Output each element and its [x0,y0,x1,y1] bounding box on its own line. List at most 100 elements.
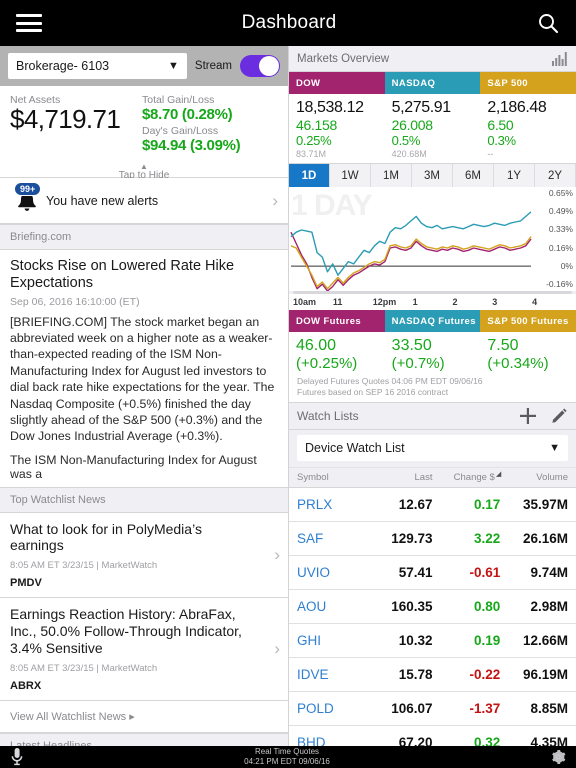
x-axis-tick: 1 [412,297,418,307]
index-col-dow: 18,538.12 46.158 0.25% 83.71M [289,99,385,159]
cell-change: 0.19 [473,633,501,649]
cell-symbol[interactable]: AOU [297,599,367,614]
status-line-2: 04:21 PM EDT 09/06/16 [244,757,330,766]
toggle-knob [259,56,279,76]
alerts-text: You have new alerts [46,193,159,208]
cell-last: 67.20 [398,735,433,746]
briefing-article-date: Sep 06, 2016 16:10:00 (ET) [10,295,140,308]
table-row[interactable]: BHD 67.20 0.32 4.35M [289,726,576,746]
cell-change: 0.17 [473,497,501,513]
news-symbol: ABRX [10,679,42,692]
index-volume: 420.68M [391,149,427,159]
range-tab-6m[interactable]: 6M [453,164,494,187]
table-row[interactable]: AOU 160.35 0.80 2.98M [289,590,576,625]
alerts-banner[interactable]: 99+ You have new alerts › [0,178,288,224]
futures-values: 46.00 (+0.25%) 33.50 (+0.7%) 7.50 (+0.34… [289,332,576,375]
gear-icon[interactable] [550,749,566,765]
futures-note-line-2: Futures based on SEP 16 2016 contract [297,386,449,397]
watch-list-table-body: PRLX 12.67 0.17 35.97M SAF 129.73 3.22 26.16M UV… [289,488,576,746]
table-row[interactable]: POLD 106.07 -1.37 8.85M [289,692,576,727]
watch-lists-title: Watch Lists [297,409,359,424]
index-change: 46.158 [296,117,338,133]
pencil-icon[interactable] [551,408,568,425]
cell-symbol[interactable]: BHD [297,735,367,746]
column-header-change[interactable]: Change $◢ [432,471,502,483]
futures-note-line-1: Delayed Futures Quotes 04:06 PM EDT 09/0… [297,376,483,386]
futures-tab-sp500[interactable]: S&P 500 Futures [480,310,576,332]
range-tab-1d[interactable]: 1D [289,164,330,187]
cell-symbol[interactable]: UVIO [297,565,367,580]
table-row[interactable]: GHI 10.32 0.19 12.66M [289,624,576,659]
futures-tab-nasdaq[interactable]: NASDAQ Futures [384,310,481,332]
futures-value: 7.50 [487,337,519,354]
right-column: Markets Overview DOW NASDAQ S&P 500 18,5… [288,46,576,746]
left-column: Brokerage- 6103 ▼ Stream Net Assets $4,7… [0,46,288,746]
range-tab-3m[interactable]: 3M [412,164,453,187]
status-line-1: Real Time Quotes [254,747,320,756]
cell-symbol[interactable]: POLD [297,701,367,716]
table-row[interactable]: SAF 129.73 3.22 26.16M [289,522,576,557]
futures-percent: (+0.7%) [391,355,445,372]
news-title: What to look for in PolyMedia’s earnings [10,520,202,554]
total-gain-label: Total Gain/Loss [142,94,215,106]
index-percent: 0.5% [391,133,421,148]
cell-last: 57.41 [398,565,433,581]
x-axis-tick: 11 [332,297,343,307]
hamburger-menu-icon[interactable] [16,14,42,32]
index-tab-sp500[interactable]: S&P 500 [480,72,576,94]
microphone-icon[interactable] [10,747,24,767]
stream-label: Stream [194,60,232,72]
cell-change: -1.37 [469,701,501,717]
range-tab-1w[interactable]: 1W [330,164,371,187]
cell-last: 12.67 [398,497,433,513]
futures-col-sp500: 7.50 (+0.34%) [480,337,576,372]
watch-list-select[interactable]: Device Watch List ▼ [297,435,568,462]
index-price: 18,538.12 [296,99,364,116]
range-tab-2y[interactable]: 2Y [535,164,576,187]
index-tab-dow[interactable]: DOW [289,72,385,94]
index-percent: 0.25% [296,133,332,148]
futures-value: 33.50 [391,337,432,354]
futures-note: Delayed Futures Quotes 04:06 PM EDT 09/0… [289,375,576,403]
x-axis-tick: 10am [293,297,317,307]
plus-icon[interactable] [519,407,537,425]
account-select[interactable]: Brokerage- 6103 ▼ [8,53,187,79]
bar-chart-icon[interactable] [552,51,568,66]
y-axis-tick: 0.16% [548,243,573,254]
cell-symbol[interactable]: IDVE [297,667,367,682]
futures-tab-dow[interactable]: DOW Futures [289,310,385,332]
page-title: Dashboard [241,12,337,33]
list-item[interactable]: Earnings Reaction History: AbraFax, Inc.… [0,598,288,701]
markets-overview-header: Markets Overview [289,46,576,72]
table-row[interactable]: PRLX 12.67 0.17 35.97M [289,488,576,523]
watch-list-table-header: Symbol Last Change $◢ Volume [289,467,576,489]
column-header-symbol[interactable]: Symbol [297,472,367,483]
index-tab-nasdaq[interactable]: NASDAQ [384,72,481,94]
search-icon[interactable] [536,11,560,35]
y-axis-tick: 0.49% [548,205,573,216]
range-tab-1y[interactable]: 1Y [494,164,535,187]
top-watchlist-news-header: Top Watchlist News [0,486,288,513]
stream-toggle[interactable] [240,55,280,77]
cell-volume: 8.85M [530,701,568,717]
view-all-watchlist-news-link[interactable]: View All Watchlist News ▸ [0,700,288,733]
range-tab-1m[interactable]: 1M [371,164,412,187]
cell-last: 10.32 [398,633,433,649]
total-gain-value: $8.70 (0.28%) [142,106,233,123]
cell-symbol[interactable]: PRLX [297,497,367,512]
cell-symbol[interactable]: SAF [297,531,367,546]
news-meta: 8:05 AM ET 3/23/15 | MarketWatch [10,560,158,572]
cell-symbol[interactable]: GHI [297,633,367,648]
list-item[interactable]: What to look for in PolyMedia’s earnings… [0,512,288,599]
top-navigation-bar: Dashboard [0,0,576,46]
markets-chart[interactable]: 1 DAY 0.65% 0.49% 0.33% 0.16% 0% -0.16% [289,187,576,291]
y-axis-tick: 0.65% [548,187,573,198]
column-header-last[interactable]: Last [367,472,433,483]
briefing-article[interactable]: Stocks Rise on Lowered Rate Hike Expecta… [0,250,288,487]
column-header-volume[interactable]: Volume [500,472,568,483]
bell-icon-wrap: 99+ [10,181,44,218]
futures-tabs: DOW Futures NASDAQ Futures S&P 500 Futur… [289,310,576,332]
table-row[interactable]: UVIO 57.41 -0.61 9.74M [289,556,576,591]
table-row[interactable]: IDVE 15.78 -0.22 96.19M [289,658,576,693]
index-col-sp500: 2,186.48 6.50 0.3% -- [480,99,576,159]
